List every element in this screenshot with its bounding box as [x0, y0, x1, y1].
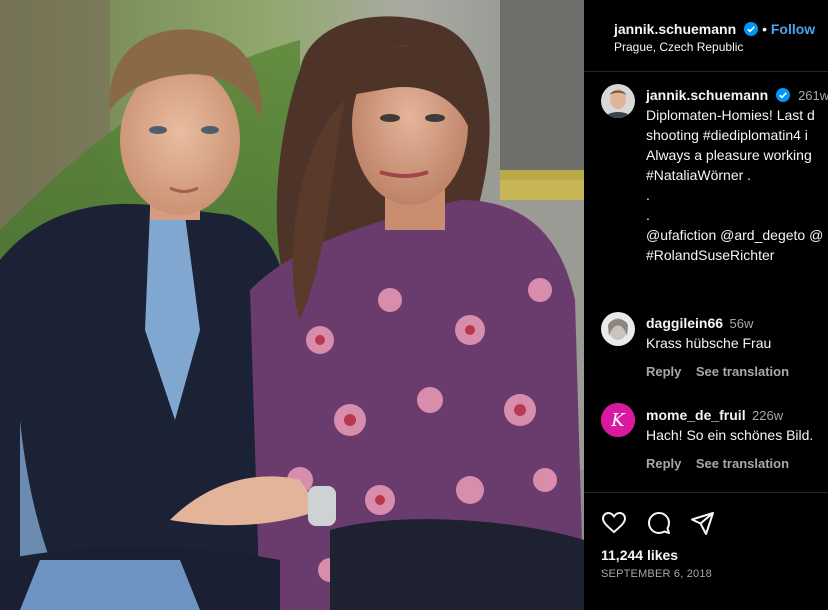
- actions-divider: [584, 492, 828, 493]
- caption-username[interactable]: jannik.schuemann: [646, 87, 768, 103]
- comment-username[interactable]: mome_de_fruil: [646, 407, 746, 423]
- header-dot-separator: •: [762, 21, 771, 37]
- caption-line: @ufafiction @ard_degeto @: [646, 227, 824, 243]
- photo-image: [0, 0, 584, 610]
- share-icon[interactable]: [690, 510, 716, 541]
- comment-time: 226w: [752, 408, 784, 423]
- comment-text: Krass hübsche Frau: [646, 335, 772, 351]
- comment-username[interactable]: daggilein66: [646, 315, 723, 331]
- caption-text: Diplomaten-Homies! Last d shooting #died…: [646, 105, 823, 265]
- svg-text:K: K: [610, 410, 626, 431]
- verified-icon: [743, 22, 758, 41]
- comment-avatar[interactable]: K: [601, 403, 635, 437]
- caption-line: .: [646, 187, 650, 203]
- caption-line: shooting #diediplomatin4 i: [646, 127, 808, 143]
- caption-line: Diplomaten-Homies! Last d: [646, 107, 815, 123]
- caption-line: .: [646, 207, 650, 223]
- see-translation-button[interactable]: See translation: [696, 364, 789, 379]
- comment-time: 56w: [729, 316, 754, 331]
- header-username[interactable]: jannik.schuemann: [614, 21, 736, 37]
- caption-line: Always a pleasure working: [646, 147, 812, 163]
- caption-line: #NataliaWörner .: [646, 167, 752, 183]
- post-photo[interactable]: [0, 0, 584, 610]
- comment-avatar[interactable]: [601, 312, 635, 346]
- caption-time: 261w: [798, 88, 828, 103]
- post-header: jannik.schuemann • Follow Prague, Czech …: [584, 0, 828, 72]
- caption-avatar[interactable]: [601, 84, 635, 118]
- see-translation-button[interactable]: See translation: [696, 456, 789, 471]
- reply-button[interactable]: Reply: [646, 364, 681, 379]
- reply-button[interactable]: Reply: [646, 456, 681, 471]
- heart-icon[interactable]: [601, 510, 627, 541]
- post-side-panel: jannik.schuemann • Follow Prague, Czech …: [584, 0, 828, 610]
- comment-text: Hach! So ein schönes Bild.: [646, 427, 814, 443]
- post-date: SEPTEMBER 6, 2018: [601, 568, 713, 580]
- caption-line: #RolandSuseRichter: [646, 247, 775, 263]
- location-link[interactable]: Prague, Czech Republic: [614, 40, 743, 54]
- likes-count[interactable]: 11,244 likes: [601, 547, 678, 563]
- comment-icon[interactable]: [646, 510, 672, 541]
- follow-button[interactable]: Follow: [771, 21, 815, 37]
